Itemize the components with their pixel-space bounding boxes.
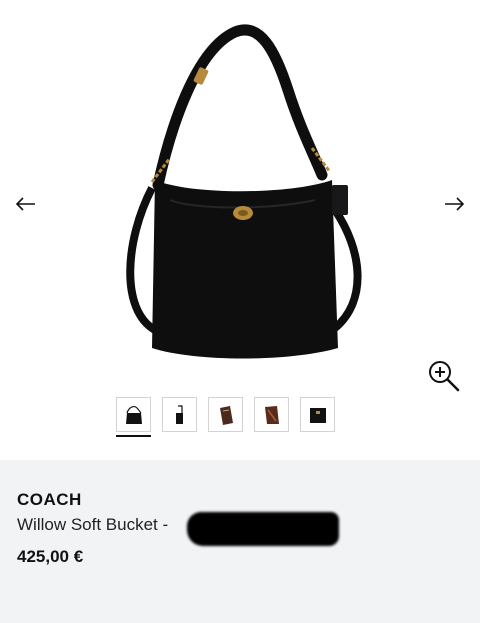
product-name: Willow Soft Bucket - [17,515,169,534]
product-gallery [0,0,480,460]
thumbnail-front[interactable] [116,397,151,437]
thumbnail-detail-2[interactable] [254,397,289,432]
product-image [126,24,362,359]
redaction-mark [187,512,339,546]
product-price: 425,00 € [17,547,84,566]
zoom-in-icon[interactable] [426,358,462,394]
thumbnail-detail-1[interactable] [208,397,243,432]
arrow-right-icon [445,197,464,211]
thumbnail-interior[interactable] [300,397,335,432]
next-image-button[interactable] [440,190,468,218]
previous-image-button[interactable] [12,190,40,218]
thumbnail-side[interactable] [162,397,197,432]
arrow-left-icon [16,197,35,211]
thumbnail-strip [116,397,335,437]
brand-name: COACH [17,490,82,509]
